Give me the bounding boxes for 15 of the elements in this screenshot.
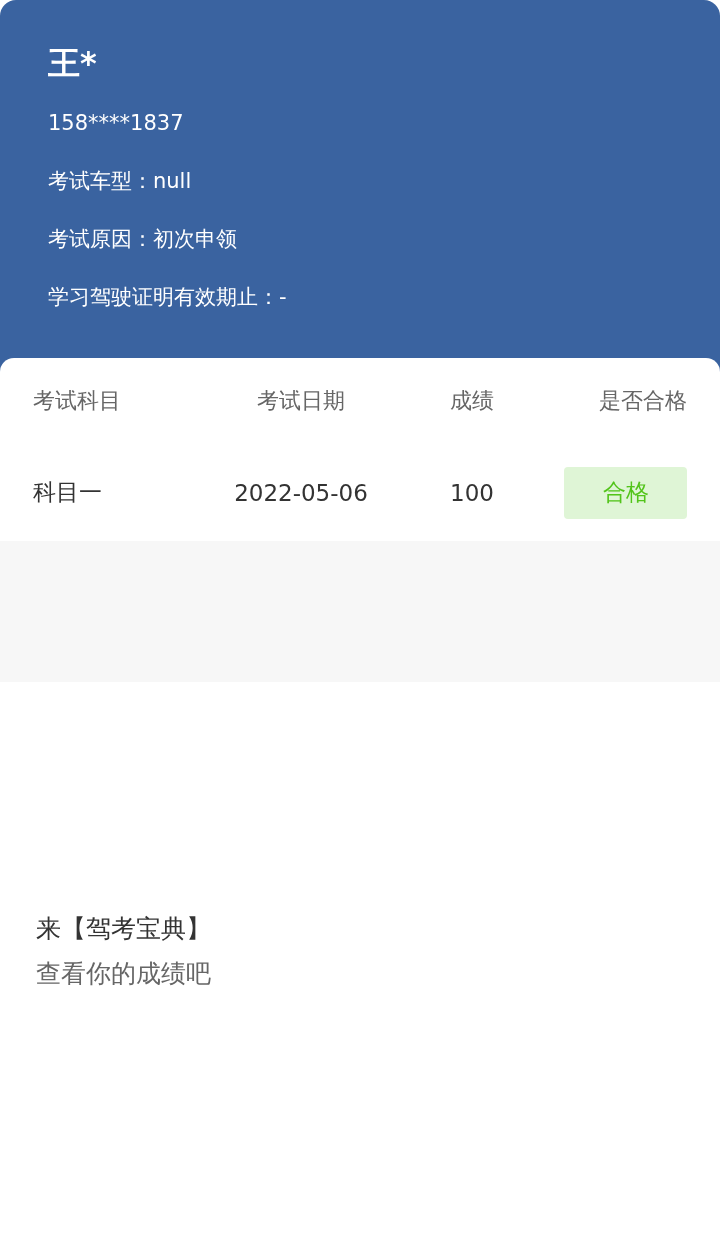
phone-number: 158****1837 <box>48 110 184 137</box>
column-header: 是否合格 <box>598 387 687 415</box>
user-name: 王* <box>48 43 97 84</box>
info-line: 学习驾驶证明有效期止：- <box>48 284 287 311</box>
table-cell-text: 2022-05-06 <box>233 479 369 506</box>
column-header: 考试科目 <box>33 387 122 415</box>
table-cell-text: 100 <box>449 479 495 506</box>
result-badge: 合格 <box>564 466 687 519</box>
info-line: 考试车型：null <box>48 168 192 195</box>
promo-subtitle: 查看你的成绩吧 <box>36 958 211 990</box>
column-header: 考试日期 <box>256 387 346 415</box>
table-cell-text: 科目一 <box>33 478 103 507</box>
column-header: 成绩 <box>449 387 495 415</box>
info-line: 考试原因：初次申领 <box>48 226 237 253</box>
promo-title: 来【驾考宝典】 <box>36 913 211 945</box>
